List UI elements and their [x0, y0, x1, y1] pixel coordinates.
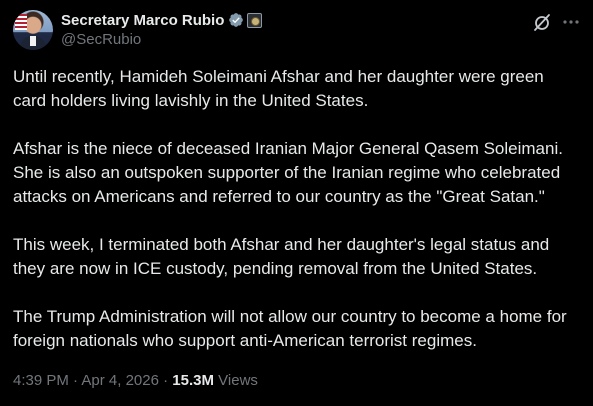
- author-names: Secretary Marco Rubio @SecRubio: [61, 10, 263, 50]
- verified-badge-icon[interactable]: [228, 12, 244, 28]
- post-card: Secretary Marco Rubio @SecRubio Until re…: [0, 0, 593, 406]
- post-body: Until recently, Hamideh Soleimani Afshar…: [13, 65, 579, 353]
- avatar[interactable]: [13, 10, 53, 50]
- government-seal-icon: [247, 12, 263, 28]
- meta-separator: ·: [158, 372, 173, 389]
- views-count: 15.3M: [172, 372, 214, 389]
- grok-icon[interactable]: [532, 12, 552, 32]
- display-name-row: Secretary Marco Rubio: [61, 10, 263, 30]
- post-paragraph: Until recently, Hamideh Soleimani Afshar…: [13, 67, 544, 110]
- post-time[interactable]: 4:39 PM: [13, 372, 69, 389]
- post-meta: 4:39 PM · Apr 4, 2026 · 15.3M Views: [13, 371, 258, 391]
- more-options-icon[interactable]: [561, 12, 581, 32]
- post-paragraph: The Trump Administration will not allow …: [13, 307, 567, 350]
- views-label: Views: [218, 372, 258, 389]
- post-date[interactable]: Apr 4, 2026: [81, 372, 159, 389]
- flag-graphic: [15, 14, 27, 30]
- post-paragraph: Afshar is the niece of deceased Iranian …: [13, 139, 563, 206]
- meta-separator: ·: [68, 372, 82, 389]
- post-paragraph: This week, I terminated both Afshar and …: [13, 235, 550, 278]
- display-name[interactable]: Secretary Marco Rubio: [61, 12, 224, 29]
- author-handle[interactable]: @SecRubio: [61, 30, 262, 50]
- avatar-collar: [30, 36, 36, 46]
- post-header: Secretary Marco Rubio @SecRubio: [13, 10, 579, 52]
